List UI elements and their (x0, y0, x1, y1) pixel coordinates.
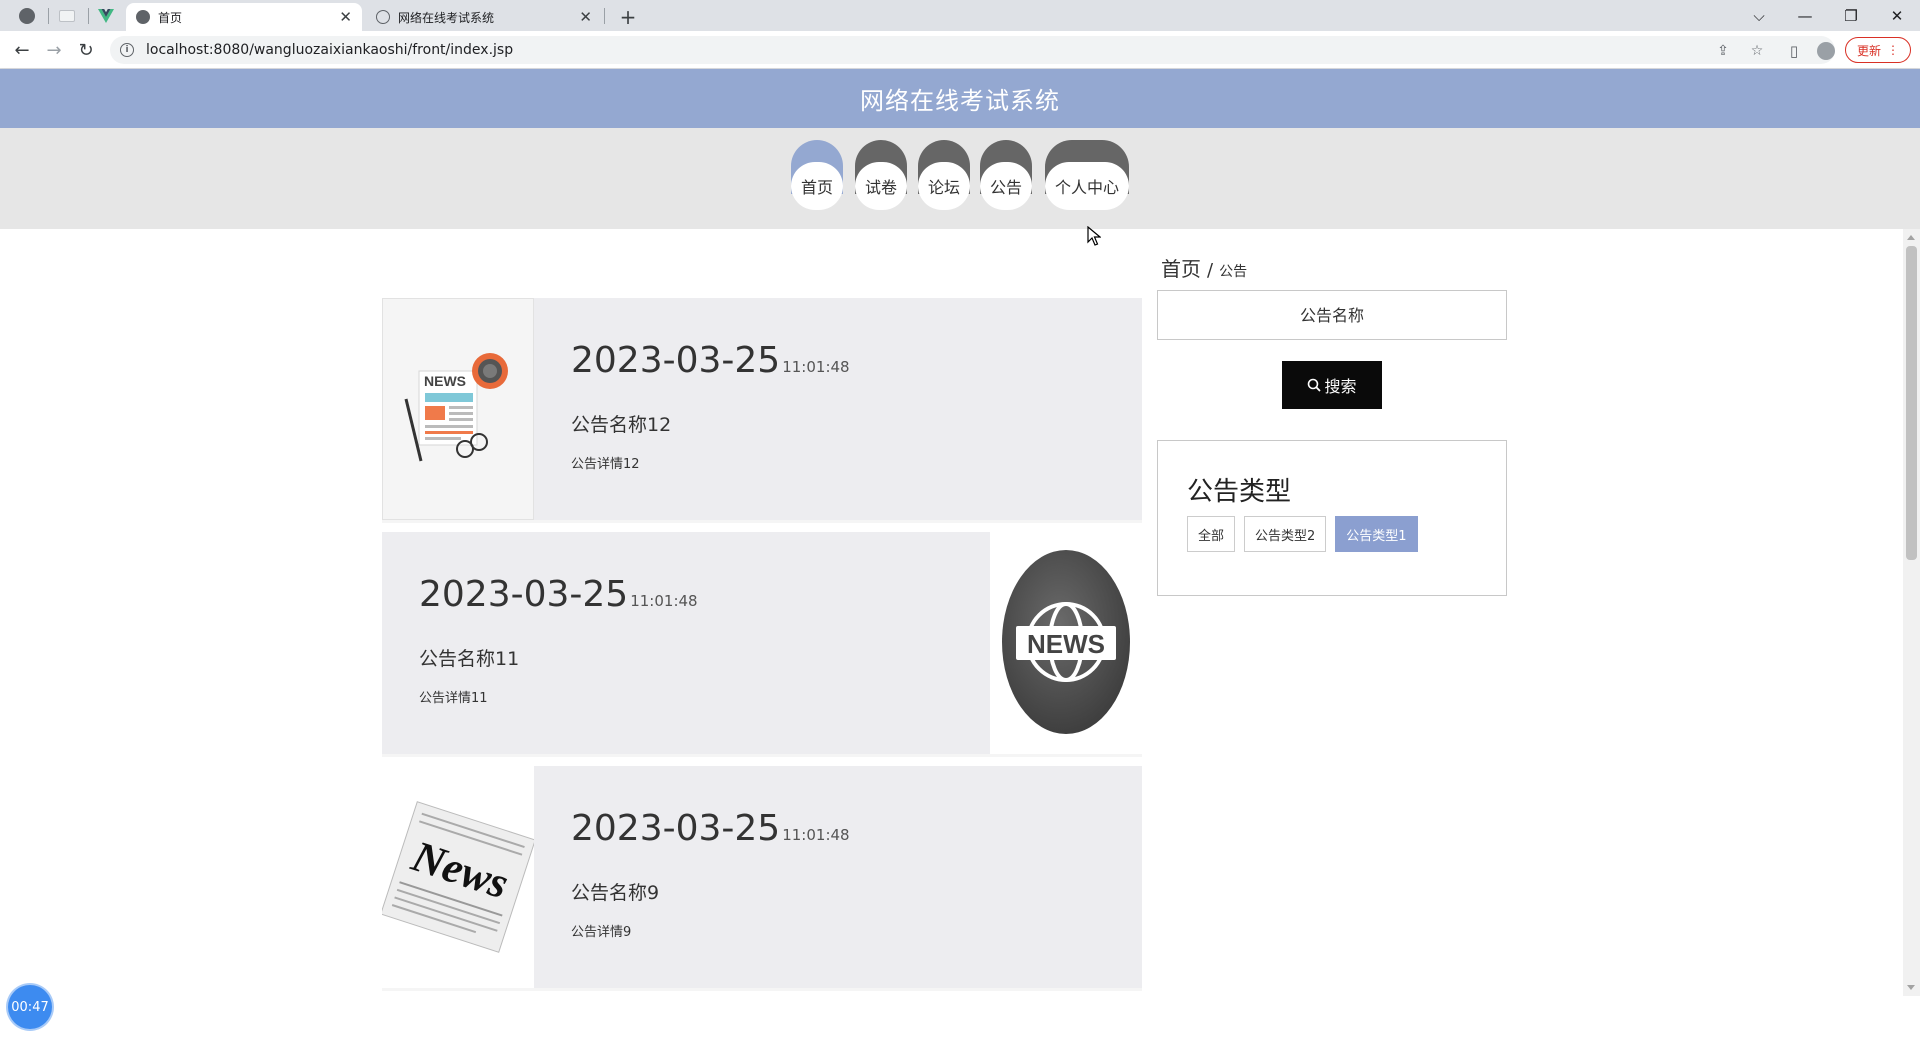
news-globe-icon: NEWS (1002, 550, 1130, 734)
nav-item-profile[interactable]: 个人中心 (1045, 140, 1129, 210)
site-title: 网络在线考试系统 (860, 87, 1060, 115)
notice-time: 11:01:48 (782, 358, 850, 376)
notice-datetime: 2023-03-25 11:01:48 (419, 574, 698, 615)
pinned-tab-3[interactable] (89, 3, 123, 29)
tab-home[interactable]: 首页 ✕ (126, 3, 362, 31)
bookmark-star-icon[interactable]: ☆ (1746, 40, 1768, 62)
site-header: 网络在线考试系统 (0, 69, 1920, 128)
nav-item-forum[interactable]: 论坛 (918, 140, 970, 210)
recording-timer[interactable]: 00:47 (8, 985, 52, 1029)
nav-item-label: 论坛 (918, 162, 970, 210)
notice-image: NEWS (382, 298, 534, 520)
notice-type-chips: 全部 公告类型2 公告类型1 (1187, 516, 1418, 552)
nav-item-label: 公告 (980, 162, 1032, 210)
nav-item-label: 首页 (791, 162, 843, 210)
notice-time: 11:01:48 (782, 826, 850, 844)
notice-detail: 公告详情12 (571, 457, 640, 472)
close-icon[interactable]: ✕ (339, 8, 352, 26)
notice-detail: 公告详情11 (419, 691, 488, 706)
breadcrumb: 首页 / 公告 (1161, 253, 1247, 282)
site-info-icon[interactable]: i (120, 43, 134, 57)
notice-date: 2023-03-25 (571, 808, 781, 849)
close-icon[interactable]: ✕ (579, 8, 592, 26)
address-bar[interactable]: i localhost:8080/wangluozaixiankaoshi/fr… (110, 36, 1835, 64)
blank-page-icon (59, 10, 75, 22)
notice-image: NEWS (990, 532, 1142, 754)
search-icon (1308, 378, 1322, 392)
tab-title: 首页 (158, 10, 183, 25)
scroll-up-arrow-icon[interactable] (1907, 235, 1915, 240)
address-url: localhost:8080/wangluozaixiankaoshi/fron… (146, 42, 514, 58)
scrollbar-thumb[interactable] (1906, 246, 1917, 560)
notice-datetime: 2023-03-25 11:01:48 (571, 340, 850, 381)
tab-separator (604, 8, 605, 24)
notice-datetime: 2023-03-25 11:01:48 (571, 808, 850, 849)
notice-card[interactable]: News 2023-03-25 11:01:48 公告名称9 公告详情9 (380, 766, 1142, 991)
tab-separator (48, 8, 49, 24)
restore-button[interactable]: ❐ (1828, 0, 1874, 31)
nav-item-exams[interactable]: 试卷 (855, 140, 907, 210)
globe-icon (19, 8, 35, 24)
mouse-cursor-icon (1087, 226, 1101, 246)
scroll-down-arrow-icon[interactable] (1907, 985, 1915, 990)
globe-icon (136, 10, 150, 24)
profile-avatar-icon[interactable] (1813, 38, 1839, 64)
type-chip-all[interactable]: 全部 (1187, 516, 1236, 552)
back-arrow-icon[interactable]: ← (8, 38, 36, 62)
newspaper-icon: News (380, 801, 536, 953)
notice-detail: 公告详情9 (571, 925, 632, 940)
tab-title: 网络在线考试系统 (398, 10, 495, 25)
main-nav: 首页 试卷 论坛 公告 个人中心 (0, 128, 1920, 229)
notice-card[interactable]: 2023-03-25 11:01:48 公告名称11 公告详情11 NEWS (382, 532, 1142, 757)
side-panel-icon[interactable]: ▯ (1781, 38, 1807, 64)
notice-type-title: 公告类型 (1187, 477, 1292, 507)
new-tab-button[interactable]: + (614, 3, 642, 31)
search-button-label: 搜索 (1324, 377, 1357, 396)
breadcrumb-separator: / (1207, 260, 1214, 281)
notice-name-search-input[interactable] (1157, 290, 1507, 340)
notice-card[interactable]: NEWS 2023-03-25 11:01:48 公告名称12 公告详情12 (382, 298, 1142, 523)
nav-item-label: 个人中心 (1045, 162, 1129, 210)
pinned-tab-1[interactable] (10, 3, 44, 29)
breadcrumb-current: 公告 (1219, 264, 1248, 280)
update-button[interactable]: 更新 ⋮ (1845, 37, 1911, 63)
svg-text:NEWS: NEWS (1027, 629, 1105, 659)
breadcrumb-home[interactable]: 首页 (1161, 253, 1201, 282)
more-menu-icon: ⋮ (1887, 43, 1899, 57)
tab-search-chevron-icon[interactable]: ⌵ (1736, 0, 1782, 31)
vue-logo-icon (98, 9, 114, 23)
shield-icon (376, 10, 390, 24)
notice-type-filter: 公告类型 全部 公告类型2 公告类型1 (1157, 440, 1507, 596)
nav-item-label: 试卷 (855, 162, 907, 210)
nav-item-home[interactable]: 首页 (791, 140, 843, 210)
close-window-button[interactable]: ✕ (1874, 0, 1920, 31)
share-icon[interactable]: ⇪ (1712, 40, 1734, 62)
notice-date: 2023-03-25 (419, 574, 629, 615)
news-paper-icon: NEWS (404, 353, 508, 462)
forward-arrow-icon[interactable]: → (40, 38, 68, 62)
browser-tab-bar: 首页 ✕ 网络在线考试系统 ✕ + ⌵ — ❐ ✕ (0, 0, 1920, 31)
tab-exam-system[interactable]: 网络在线考试系统 ✕ (366, 3, 602, 31)
reload-icon[interactable]: ↻ (72, 38, 100, 62)
nav-item-notices[interactable]: 公告 (980, 140, 1032, 210)
type-chip-type1[interactable]: 公告类型1 (1335, 516, 1418, 552)
notice-title[interactable]: 公告名称11 (419, 644, 519, 671)
notice-time: 11:01:48 (630, 592, 698, 610)
notice-title[interactable]: 公告名称9 (571, 878, 659, 905)
type-chip-type2[interactable]: 公告类型2 (1244, 516, 1327, 552)
notice-title[interactable]: 公告名称12 (571, 410, 671, 437)
page-scrollbar[interactable] (1903, 229, 1920, 996)
browser-toolbar: ← → ↻ i localhost:8080/wangluozaixiankao… (0, 31, 1920, 69)
pinned-tab-2[interactable] (50, 3, 84, 29)
search-button[interactable]: 搜索 (1282, 361, 1382, 409)
notice-date: 2023-03-25 (571, 340, 781, 381)
minimize-button[interactable]: — (1782, 0, 1828, 31)
svg-text:NEWS: NEWS (424, 373, 466, 389)
notice-image: News (380, 766, 536, 988)
update-label: 更新 (1856, 43, 1881, 58)
